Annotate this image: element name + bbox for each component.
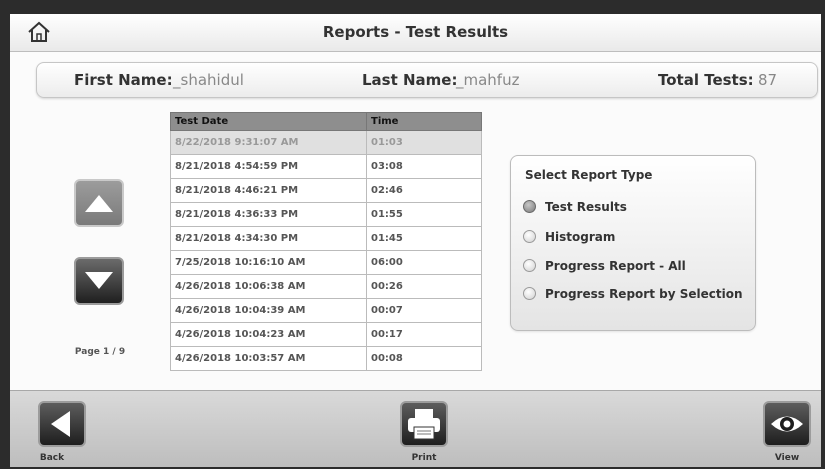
radio-label: Test Results [545,200,627,214]
cell-time: 03:08 [366,154,482,179]
cell-time: 01:03 [366,130,482,155]
page-up-button[interactable] [74,179,124,227]
radio-label: Progress Report - All [545,259,686,273]
page-title: Reports - Test Results [322,23,509,41]
cell-time: 00:08 [366,346,482,371]
home-button[interactable] [26,20,52,44]
report-type-title: Select Report Type [525,168,653,182]
bottom-toolbar: Back Print View [10,390,821,467]
total-tests-value: 87 [758,71,778,89]
last-name-value: _mahfuz [456,71,520,89]
cell-time: 01:45 [366,226,482,251]
table-row[interactable]: 8/21/2018 4:36:33 PM 01:55 [170,202,482,227]
header-test-date: Test Date [170,112,367,131]
page-indicator: Page 1 / 9 [74,347,126,357]
radio-unselected-icon [523,287,536,300]
back-button[interactable] [38,401,86,447]
view-button[interactable] [763,401,811,447]
table-row[interactable]: 8/21/2018 4:54:59 PM 03:08 [170,154,482,179]
table-row[interactable]: 4/26/2018 10:06:38 AM 00:26 [170,274,482,299]
title-bar: Reports - Test Results [10,14,821,52]
header-time: Time [366,112,482,131]
back-label: Back [39,453,65,463]
table-row[interactable]: 8/21/2018 4:46:21 PM 02:46 [170,178,482,203]
cell-test-date: 8/21/2018 4:54:59 PM [170,154,367,179]
table-header-row: Test Date Time [170,112,482,131]
cell-test-date: 8/21/2018 4:46:21 PM [170,178,367,203]
last-name-label: Last Name: [362,71,458,89]
screen: Reports - Test Results First Name: _shah… [10,14,821,467]
cell-test-date: 4/26/2018 10:03:57 AM [170,346,367,371]
table-row[interactable]: 4/26/2018 10:04:23 AM 00:17 [170,322,482,347]
radio-label: Progress Report by Selection [545,287,743,301]
cell-test-date: 4/26/2018 10:04:23 AM [170,322,367,347]
app-frame: Reports - Test Results First Name: _shah… [0,0,825,469]
cell-time: 02:46 [366,178,482,203]
radio-unselected-icon [523,230,536,243]
cell-test-date: 8/22/2018 9:31:07 AM [170,130,367,155]
cell-time: 00:07 [366,298,482,323]
cell-test-date: 7/25/2018 10:16:10 AM [170,250,367,275]
cell-test-date: 8/21/2018 4:34:30 PM [170,226,367,251]
arrow-down-icon [85,272,113,289]
table-row[interactable]: 8/21/2018 4:34:30 PM 01:45 [170,226,482,251]
eye-icon [771,416,803,432]
user-info-bar: First Name: _shahidul Last Name: _mahfuz… [36,62,818,98]
print-label: Print [411,453,437,463]
arrow-left-icon [51,411,70,437]
table-row[interactable]: 4/26/2018 10:03:57 AM 00:08 [170,346,482,371]
print-button[interactable] [400,401,448,447]
arrow-up-icon [85,195,113,212]
page-down-button[interactable] [74,257,124,305]
table-row[interactable]: 4/26/2018 10:04:39 AM 00:07 [170,298,482,323]
home-icon [28,21,50,42]
test-results-table: Test Date Time 8/22/2018 9:31:07 AM 01:0… [170,112,482,371]
cell-test-date: 8/21/2018 4:36:33 PM [170,202,367,227]
first-name-label: First Name: [74,71,173,89]
cell-time: 00:26 [366,274,482,299]
table-row[interactable]: 8/22/2018 9:31:07 AM 01:03 [170,130,482,155]
radio-label: Histogram [545,230,616,244]
view-label: View [774,453,800,463]
printer-icon [408,409,440,440]
radio-selected-icon [523,200,536,213]
cell-test-date: 4/26/2018 10:06:38 AM [170,274,367,299]
cell-time: 06:00 [366,250,482,275]
cell-time: 01:55 [366,202,482,227]
cell-time: 00:17 [366,322,482,347]
table-row[interactable]: 7/25/2018 10:16:10 AM 06:00 [170,250,482,275]
first-name-value: _shahidul [173,71,244,89]
total-tests-label: Total Tests: [658,71,754,89]
radio-unselected-icon [523,259,536,272]
report-type-panel: Select Report Type Test Results Histogra… [510,155,756,331]
cell-test-date: 4/26/2018 10:04:39 AM [170,298,367,323]
